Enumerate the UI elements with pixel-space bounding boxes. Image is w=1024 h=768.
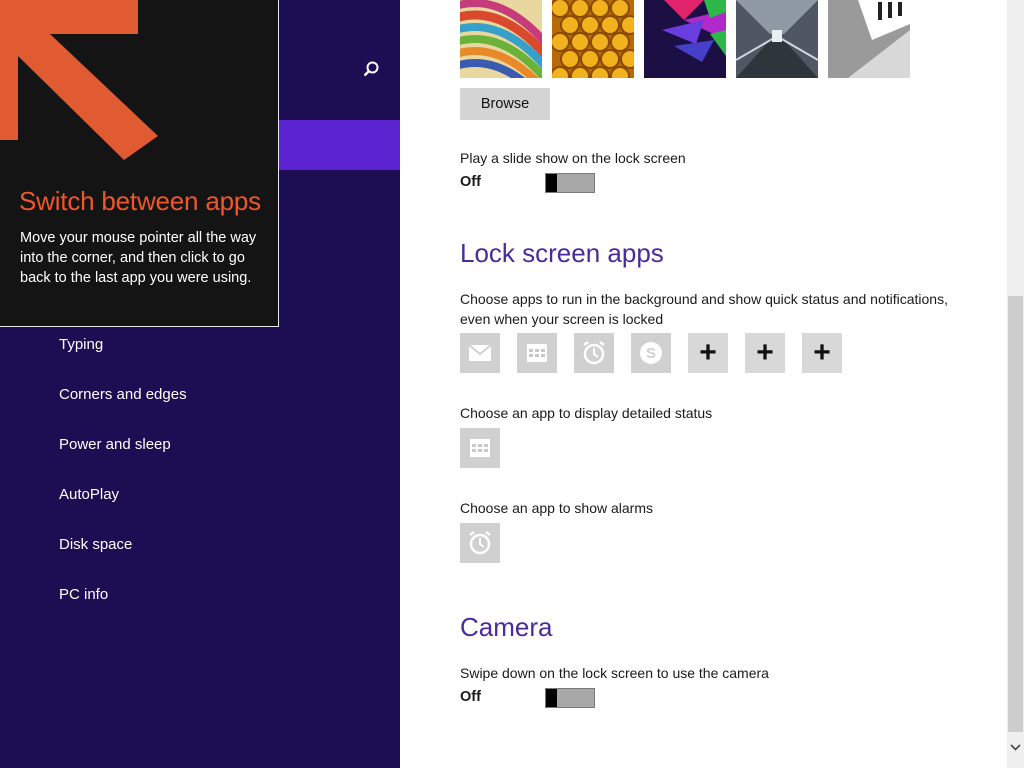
alarm-icon [583, 341, 605, 365]
lock-app-slot-add-2[interactable]: + [745, 333, 785, 373]
tip-popup[interactable]: Switch between apps Move your mouse poin… [0, 0, 279, 327]
lock-screen-thumb-colored-tubes[interactable] [460, 0, 542, 78]
lock-screen-thumb-honeycomb[interactable] [552, 0, 634, 78]
nav-item-autoplay[interactable]: AutoPlay [59, 470, 187, 520]
nav-item-typing[interactable]: Typing [59, 320, 187, 370]
lock-screen-thumb-abstract-shapes[interactable] [644, 0, 726, 78]
nav-item-corners-and-edges[interactable]: Corners and edges [59, 370, 187, 420]
lock-app-slot-add-1[interactable]: + [688, 333, 728, 373]
camera-swipe-label: Swipe down on the lock screen to use the… [460, 665, 769, 681]
toggle-knob [546, 174, 557, 192]
scrollbar-thumb[interactable] [1008, 296, 1023, 732]
detailed-status-label: Choose an app to display detailed status [460, 405, 713, 421]
vertical-scrollbar[interactable] [1007, 0, 1024, 768]
arrow-icon [0, 0, 158, 160]
search-icon[interactable] [360, 58, 382, 80]
plus-icon: + [756, 336, 774, 369]
lock-app-slot-add-3[interactable]: + [802, 333, 842, 373]
camera-swipe-state: Off [460, 689, 481, 705]
camera-swipe-toggle[interactable] [545, 688, 595, 708]
plus-icon: + [699, 336, 717, 369]
toggle-knob [546, 689, 557, 707]
lock-screen-thumb-tunnel[interactable] [736, 0, 818, 78]
alarms-app-slot[interactable] [460, 523, 500, 563]
lock-app-slot-calendar[interactable] [517, 333, 557, 373]
nav-item-disk-space[interactable]: Disk space [59, 520, 187, 570]
lock-app-slot-alarms[interactable] [574, 333, 614, 373]
browse-button[interactable]: Browse [460, 88, 550, 120]
skype-icon: S [640, 342, 662, 364]
mail-icon [468, 344, 492, 361]
nav-list: Typing Corners and edges Power and sleep… [59, 320, 187, 620]
slideshow-label: Play a slide show on the lock screen [460, 150, 686, 166]
settings-content: Browse Play a slide show on the lock scr… [400, 0, 1007, 768]
slideshow-toggle[interactable] [545, 173, 595, 193]
lock-screen-apps-description: Choose apps to run in the background and… [460, 291, 948, 327]
scroll-down-arrow-icon[interactable] [1007, 738, 1024, 756]
plus-icon: + [813, 336, 831, 369]
alarm-icon [469, 531, 491, 555]
tip-body: Move your mouse pointer all the way into… [20, 230, 257, 286]
lock-screen-apps-heading: Lock screen apps [460, 238, 664, 268]
nav-selected-item[interactable] [279, 120, 400, 170]
nav-item-power-and-sleep[interactable]: Power and sleep [59, 420, 187, 470]
detailed-status-app-slot[interactable] [460, 428, 500, 468]
slideshow-state: Off [460, 174, 481, 190]
lock-app-slot-mail[interactable] [460, 333, 500, 373]
lock-app-slot-skype[interactable]: S [631, 333, 671, 373]
calendar-icon [470, 439, 490, 457]
camera-heading: Camera [460, 612, 553, 642]
nav-item-pc-info[interactable]: PC info [59, 570, 187, 620]
alarms-label: Choose an app to show alarms [460, 500, 653, 516]
tip-title: Switch between apps [19, 186, 261, 216]
calendar-icon [527, 344, 547, 362]
lock-screen-thumb-piano[interactable] [828, 0, 910, 78]
svg-text:S: S [646, 345, 656, 362]
